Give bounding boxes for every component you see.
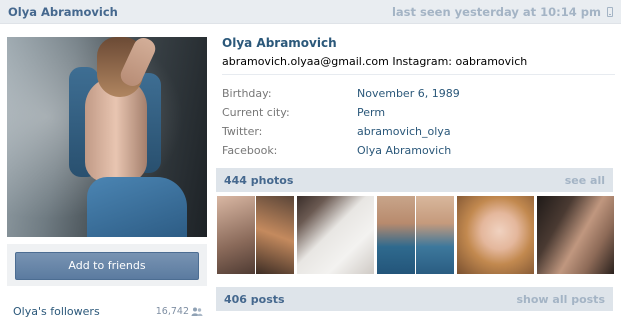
followers-label[interactable]: Olya's followers [13, 305, 100, 318]
mobile-phone-icon [607, 7, 613, 17]
info-row-birthday: Birthday: November 6, 1989 [222, 84, 615, 103]
photo-thumbnail[interactable] [377, 196, 454, 274]
info-value-twitter[interactable]: abramovich_olya [357, 125, 451, 138]
info-value-birthday[interactable]: November 6, 1989 [357, 87, 460, 100]
profile-info: Birthday: November 6, 1989 Current city:… [222, 84, 615, 160]
info-row-city: Current city: Perm [222, 103, 615, 122]
posts-section-header: 406 posts show all posts [216, 287, 613, 311]
photo-thumbnail[interactable] [217, 196, 294, 274]
info-label: Facebook: [222, 144, 278, 157]
header-name[interactable]: Olya Abramovich [8, 5, 118, 19]
info-label: Birthday: [222, 87, 272, 100]
info-label: Current city: [222, 106, 290, 119]
right-column: Olya Abramovich abramovich.olyaa@gmail.c… [216, 24, 621, 319]
info-row-twitter: Twitter: abramovich_olya [222, 122, 615, 141]
people-icon [191, 307, 203, 316]
followers-count: 16,742 [155, 306, 189, 317]
info-label: Twitter: [222, 125, 263, 138]
photo-thumbnail[interactable] [457, 196, 534, 274]
last-seen-text: last seen yesterday at 10:14 pm [391, 5, 601, 19]
left-column: Add to friends Olya's followers 16,742 [0, 24, 213, 319]
info-row-facebook: Facebook: Olya Abramovich [222, 141, 615, 160]
photos-count-link[interactable]: 444 photos [224, 174, 293, 187]
followers-row[interactable]: Olya's followers 16,742 [0, 302, 213, 319]
photo-thumbnail[interactable] [297, 196, 374, 274]
profile-photo[interactable] [7, 37, 207, 237]
divider [222, 74, 615, 75]
info-value-city[interactable]: Perm [357, 106, 385, 119]
top-bar: Olya Abramovich last seen yesterday at 1… [0, 0, 621, 24]
photos-section-header: 444 photos see all [216, 168, 613, 192]
photo-jeans [87, 177, 187, 237]
photo-thumbnails [217, 196, 614, 274]
posts-count-link[interactable]: 406 posts [224, 293, 285, 306]
profile-status: abramovich.olyaa@gmail.com Instagram: oa… [222, 55, 528, 68]
see-all-link[interactable]: see all [565, 174, 605, 187]
add-to-friends-button[interactable]: Add to friends [15, 252, 199, 280]
info-value-facebook[interactable]: Olya Abramovich [357, 144, 451, 157]
show-all-posts-link[interactable]: show all posts [516, 293, 605, 306]
photo-thumbnail[interactable] [537, 196, 614, 274]
add-friend-box: Add to friends [7, 244, 207, 286]
profile-name: Olya Abramovich [222, 36, 337, 50]
